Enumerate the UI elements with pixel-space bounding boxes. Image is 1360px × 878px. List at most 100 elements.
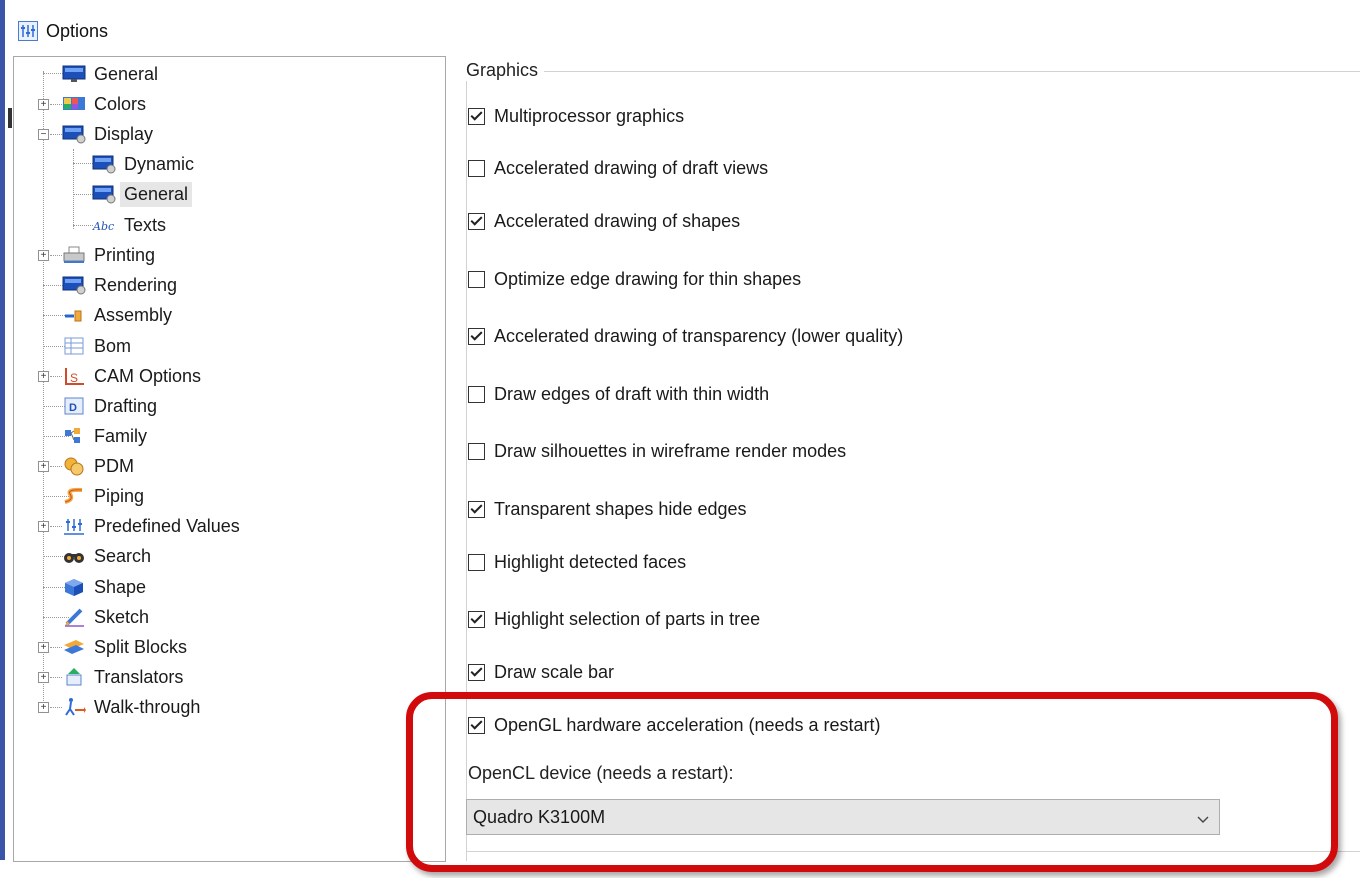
- tree-item-rendering[interactable]: Rendering: [62, 270, 181, 300]
- tree-item-piping[interactable]: Piping: [62, 481, 148, 511]
- tree-item-assembly[interactable]: Assembly: [62, 300, 176, 330]
- highlight-detected-faces-checkbox[interactable]: Highlight detected faces: [468, 550, 686, 574]
- title-bar: Options: [18, 14, 108, 48]
- printer-icon: [62, 245, 86, 265]
- walk-through-icon: [62, 697, 86, 717]
- checkbox-box[interactable]: [468, 212, 485, 230]
- tree-item-label: Dynamic: [124, 153, 195, 174]
- checkbox-box[interactable]: [468, 385, 485, 403]
- tree-item-label: Family: [94, 425, 147, 446]
- optimize-edge-drawing-checkbox[interactable]: Optimize edge drawing for thin shapes: [468, 267, 801, 291]
- search-binoculars-icon: [62, 546, 86, 566]
- draw-scale-bar-checkbox[interactable]: Draw scale bar: [468, 660, 614, 684]
- tree-item-drafting[interactable]: D Drafting: [62, 391, 161, 421]
- tree-item-label: Translators: [94, 666, 184, 687]
- tree-expander-printing[interactable]: +: [38, 250, 49, 261]
- tree-connector: [50, 134, 62, 135]
- tree-item-display[interactable]: Display: [62, 119, 157, 149]
- tree-item-label: Texts: [124, 214, 167, 235]
- tree-item-split-blocks[interactable]: Split Blocks: [62, 632, 191, 662]
- tree-expander-colors[interactable]: +: [38, 99, 49, 110]
- tree-item-printing[interactable]: Printing: [62, 240, 159, 270]
- checkbox-box[interactable]: [468, 610, 485, 628]
- tree-item-label: Piping: [94, 485, 145, 506]
- checkbox-box[interactable]: [468, 553, 485, 571]
- transparent-shapes-hide-edges-checkbox[interactable]: Transparent shapes hide edges: [468, 497, 747, 521]
- tree-connector: [50, 255, 62, 256]
- assembly-icon: [62, 305, 86, 325]
- tree-item-colors[interactable]: Colors: [62, 89, 150, 119]
- svg-text:S: S: [70, 371, 78, 385]
- tree-trunk-line: [43, 71, 44, 711]
- shape-cube-icon: [62, 577, 86, 597]
- tree-item-shape[interactable]: Shape: [62, 572, 150, 602]
- checkbox-box[interactable]: [468, 327, 485, 345]
- tree-connector: [50, 376, 62, 377]
- tree-expander-split-blocks[interactable]: +: [38, 642, 49, 653]
- opengl-hardware-acceleration-checkbox[interactable]: OpenGL hardware acceleration (needs a re…: [468, 713, 881, 737]
- highlight-selection-parts-checkbox[interactable]: Highlight selection of parts in tree: [468, 607, 760, 631]
- checkbox-box[interactable]: [468, 716, 485, 734]
- checkbox-box[interactable]: [468, 270, 485, 288]
- display-monitor-icon: [62, 124, 86, 144]
- cam-icon: S: [62, 366, 86, 386]
- check-mark-icon: [470, 664, 483, 677]
- tree-item-display-dynamic[interactable]: Dynamic: [92, 149, 198, 179]
- colors-palette-icon: [62, 94, 86, 114]
- tree-expander-cam-options[interactable]: +: [38, 371, 49, 382]
- translators-icon: [62, 667, 86, 687]
- tree-expander-translators[interactable]: +: [38, 672, 49, 683]
- tree-item-label: Sketch: [94, 606, 150, 627]
- draw-silhouettes-checkbox[interactable]: Draw silhouettes in wireframe render mod…: [468, 439, 846, 463]
- tree-item-translators[interactable]: Translators: [62, 662, 187, 692]
- tree-item-walk-through[interactable]: Walk-through: [62, 692, 204, 722]
- tree-item-predefined-values[interactable]: Predefined Values: [62, 511, 244, 541]
- checkbox-box[interactable]: [468, 107, 485, 125]
- checkbox-box[interactable]: [468, 442, 485, 460]
- multiprocessor-graphics-checkbox[interactable]: Multiprocessor graphics: [468, 104, 684, 128]
- svg-text:Abc: Abc: [92, 220, 114, 233]
- tree-item-search[interactable]: Search: [62, 541, 155, 571]
- split-blocks-icon: [62, 637, 86, 657]
- tree-item-cam-options[interactable]: S CAM Options: [62, 361, 205, 391]
- opencl-device-select[interactable]: Quadro K3100M: [466, 799, 1220, 835]
- pdm-icon: [62, 456, 86, 476]
- checkbox-box[interactable]: [468, 159, 485, 177]
- tree-item-label: Search: [94, 545, 152, 566]
- tree-expander-pdm[interactable]: +: [38, 461, 49, 472]
- abc-text-icon: Abc: [92, 215, 116, 235]
- predefined-values-icon: [62, 516, 86, 536]
- tree-item-label: Rendering: [94, 274, 178, 295]
- tree-item-bom[interactable]: Bom: [62, 331, 135, 361]
- check-mark-icon: [470, 501, 483, 514]
- tree-expander-predefined-values[interactable]: +: [38, 521, 49, 532]
- checkbox-box[interactable]: [468, 500, 485, 518]
- tree-item-label: Split Blocks: [94, 636, 188, 657]
- monitor-icon: [62, 64, 86, 84]
- checkbox-label: Highlight selection of parts in tree: [494, 608, 761, 629]
- family-icon: [62, 426, 86, 446]
- accelerated-shapes-checkbox[interactable]: Accelerated drawing of shapes: [468, 209, 740, 233]
- tree-expander-walk-through[interactable]: +: [38, 702, 49, 713]
- accelerated-draft-views-checkbox[interactable]: Accelerated drawing of draft views: [468, 156, 768, 180]
- tree-item-display-texts[interactable]: Abc Texts: [92, 210, 170, 240]
- tree-item-pdm[interactable]: PDM: [62, 451, 138, 481]
- chevron-down-icon: [1197, 810, 1209, 823]
- opencl-device-value: Quadro K3100M: [473, 806, 606, 827]
- tree-item-display-general[interactable]: General: [92, 179, 193, 209]
- checkbox-box[interactable]: [468, 663, 485, 681]
- tree-item-sketch[interactable]: Sketch: [62, 602, 153, 632]
- checkbox-label: Draw scale bar: [494, 661, 615, 682]
- tree-item-label: General: [94, 63, 159, 84]
- pane-bottom-divider: [466, 851, 1360, 852]
- check-mark-icon: [470, 108, 483, 121]
- tree-item-general[interactable]: General: [62, 59, 162, 89]
- graphics-group-border-left: [466, 71, 467, 861]
- tree-connector: [73, 194, 93, 195]
- draft-edges-thin-width-checkbox[interactable]: Draw edges of draft with thin width: [468, 382, 769, 406]
- check-mark-icon: [470, 611, 483, 624]
- tree-item-label: Drafting: [94, 395, 158, 416]
- accelerated-transparency-checkbox[interactable]: Accelerated drawing of transparency (low…: [468, 324, 903, 348]
- tree-expander-display[interactable]: −: [38, 129, 49, 140]
- tree-item-family[interactable]: Family: [62, 421, 151, 451]
